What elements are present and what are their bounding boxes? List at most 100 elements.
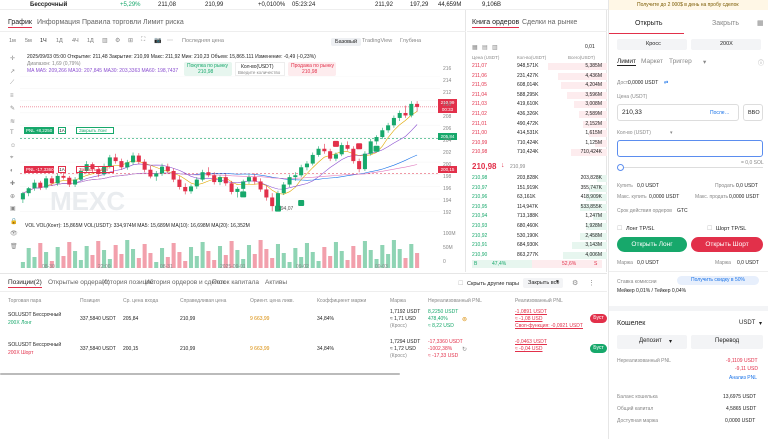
bid-row[interactable]: 210,91 684,930K 3,143M xyxy=(467,242,607,250)
qty-slider[interactable] xyxy=(619,167,763,168)
ask-row[interactable]: 211,05 608,014K 4,204M xyxy=(467,82,607,90)
drawing-tool-icon-10[interactable]: ✚ xyxy=(10,180,15,187)
bid-row[interactable]: 210,95 114,947K 533,855K xyxy=(467,203,607,211)
ask-row[interactable]: 211,04 588,295K 3,596M xyxy=(467,91,607,99)
bid-row[interactable]: 210,90 863,277K 4,006M xyxy=(467,251,607,259)
close-long-button[interactable]: Закрыть Лонг xyxy=(76,127,114,134)
chevron-down-icon[interactable]: ▾ xyxy=(703,58,706,66)
tab-market[interactable]: Маркет xyxy=(641,58,663,65)
tab-info[interactable]: Информация xyxy=(37,19,80,26)
ob-view-icon-0[interactable]: ▦ xyxy=(472,44,478,51)
view-depth[interactable]: Глубина xyxy=(400,38,421,44)
short-tpsl-checkbox[interactable]: ☐ xyxy=(707,225,712,232)
positions-tab-4[interactable]: Поток капитала xyxy=(212,279,259,286)
share-icon[interactable]: ↻ xyxy=(462,346,467,353)
drawing-tool-icon-4[interactable]: ✎ xyxy=(10,105,15,112)
expand-icon[interactable]: ⋮ xyxy=(588,279,595,287)
interval-0[interactable]: 1м xyxy=(9,38,16,44)
wallet-currency-select[interactable]: USDT xyxy=(739,320,755,326)
chart-toolbar-icon-3[interactable]: ⛶ xyxy=(141,37,145,44)
price-input[interactable]: 210,33 После… xyxy=(617,104,739,121)
drawing-tool-icon-6[interactable]: T xyxy=(10,130,14,136)
drawing-tool-icon-12[interactable]: ▣ xyxy=(10,205,16,212)
drawing-tool-icon-9[interactable]: ◐ xyxy=(10,168,14,174)
interval-1[interactable]: 5м xyxy=(25,38,32,44)
positions-tab-0[interactable]: Позиции(2) xyxy=(8,279,42,288)
positions-tab-5[interactable]: Активы xyxy=(265,279,287,286)
quick-qty-input[interactable]: Кол-во(USDT) Введите количество xyxy=(235,62,285,76)
promo-banner[interactable]: Получите до 2 000$ в день на пробу сдело… xyxy=(609,0,768,10)
chart-toolbar-icon-5[interactable]: ⋯ xyxy=(167,37,173,44)
tab-orderbook[interactable]: Книга ордеров xyxy=(472,19,520,28)
pnl-analysis-link[interactable]: Анализ PNL xyxy=(729,375,757,381)
bid-row[interactable]: 210,98 203,828K 203,828K xyxy=(467,175,607,182)
wallet-chevron-icon[interactable]: ▾ xyxy=(759,320,762,327)
position-rpnl2[interactable]: ≈ -1,08 USD xyxy=(515,316,542,322)
bid-row[interactable]: 210,97 151,919K 355,747K xyxy=(467,184,607,192)
settings-icon[interactable]: ⚙ xyxy=(572,279,578,287)
position-rpnl3[interactable]: Своп-функция: -0,0921 USDT xyxy=(515,323,583,329)
view-basic[interactable]: Базовый xyxy=(331,38,362,46)
deposit-button[interactable]: Депозит ▾ xyxy=(617,335,687,349)
bid-row[interactable]: 210,96 63,161K 418,909K xyxy=(467,194,607,202)
pnl-short-tag[interactable]: PNL -17,3360 xyxy=(24,166,54,173)
qty-chevron-icon[interactable]: ▾ xyxy=(670,130,673,136)
close-short-button[interactable]: Закрыть Шорт xyxy=(76,166,114,173)
drawing-tool-icon-11[interactable]: ⊕ xyxy=(10,193,15,200)
tab-market-trades[interactable]: Сделки на рынке xyxy=(522,19,577,26)
leverage-button[interactable]: 200X xyxy=(691,39,761,50)
interval-4[interactable]: 4Ч xyxy=(72,38,79,44)
ask-row[interactable]: 211,07 948,571K 5,385M xyxy=(467,63,607,70)
ask-row[interactable]: 211,06 231,427K 4,436M xyxy=(467,72,607,80)
ticker-pair[interactable]: Бессрочный xyxy=(30,2,67,8)
tab-open[interactable]: Открыть xyxy=(609,14,684,34)
interval-3[interactable]: 1Д xyxy=(56,38,63,44)
ask-row[interactable]: 211,01 490,472K 2,152M xyxy=(467,120,607,128)
horizontal-scrollbar[interactable] xyxy=(0,373,400,375)
calculator-icon[interactable]: ▦ xyxy=(757,19,764,27)
tab-close[interactable]: Закрыть xyxy=(686,14,761,34)
quick-buy-button[interactable]: Покупка по рынку 210,98 xyxy=(184,62,232,76)
transfer-button[interactable]: Перевод xyxy=(691,335,763,349)
slider-handle[interactable] xyxy=(617,164,624,171)
drawing-tool-icon-8[interactable]: ⌖ xyxy=(10,155,13,162)
depth-label[interactable]: Последняя цена xyxy=(182,38,224,44)
ask-row[interactable]: 210,98 710,424K 710,424K xyxy=(467,149,607,157)
drawing-tool-icon-14[interactable]: 👁 xyxy=(10,230,18,237)
ask-row[interactable]: 211,02 436,326K 2,589M xyxy=(467,111,607,118)
pnl-long-tag[interactable]: PNL +8,2250 xyxy=(24,127,54,134)
ob-view-icon-2[interactable]: ▥ xyxy=(492,44,498,51)
position-rpnl2[interactable]: ≈ -0,04 USD xyxy=(515,346,542,352)
view-tradingview[interactable]: TradingView xyxy=(362,38,392,44)
ob-view-icon-1[interactable]: ▤ xyxy=(482,44,488,51)
position-rpnl1[interactable]: -1,0891 USDT xyxy=(515,309,547,315)
position-liq[interactable]: 9 663,99 xyxy=(250,346,269,352)
drawing-tool-icon-0[interactable]: ✛ xyxy=(10,55,15,62)
share-icon[interactable]: ⊚ xyxy=(462,316,467,323)
positions-tab-1[interactable]: Открытые ордера(0) xyxy=(48,279,110,286)
tab-risk-limit[interactable]: Лимит риска xyxy=(143,19,184,26)
drawing-tool-icon-5[interactable]: ≋ xyxy=(10,118,15,125)
transfer-icon[interactable]: ⇄ xyxy=(664,80,668,86)
position-rpnl1[interactable]: -0,0463 USDT xyxy=(515,339,547,345)
chart-toolbar-icon-0[interactable]: ▥ xyxy=(102,37,108,44)
open-short-button[interactable]: Открыть Шорт xyxy=(691,237,763,252)
boost-button[interactable]: Буст xyxy=(590,314,607,323)
drawing-tool-icon-3[interactable]: ≡ xyxy=(10,93,14,99)
chart-toolbar-icon-2[interactable]: ⊞ xyxy=(128,37,133,44)
position-row[interactable]: SOLUSDT Бессрочный 200X Шорт 337,5840 USDT… xyxy=(0,339,607,367)
tab-chart[interactable]: График xyxy=(8,19,32,28)
bid-row[interactable]: 210,94 713,188K 1,247M xyxy=(467,213,607,221)
info-icon[interactable]: ⓘ xyxy=(758,58,764,67)
interval-5[interactable]: 1Д xyxy=(87,38,94,44)
tab-limit[interactable]: Лимит xyxy=(617,58,636,66)
qty-input[interactable] xyxy=(617,140,763,157)
interval-2[interactable]: 1Ч xyxy=(40,38,47,44)
bbo-button[interactable]: BBO xyxy=(743,104,763,121)
chart-toolbar-icon-1[interactable]: ⚙ xyxy=(115,37,120,44)
chart-toolbar-icon-4[interactable]: 📷 xyxy=(154,37,161,44)
ask-row[interactable]: 211,00 414,531K 1,615M xyxy=(467,130,607,138)
boost-button[interactable]: Буст xyxy=(590,344,607,353)
drawing-tool-icon-2[interactable]: ⟋ xyxy=(10,80,14,87)
hide-others-checkbox[interactable]: ☐ xyxy=(458,280,463,287)
